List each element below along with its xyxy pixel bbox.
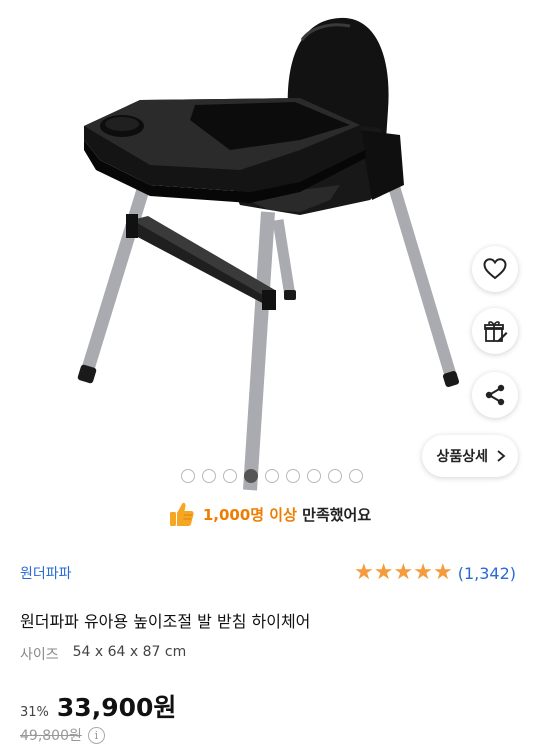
gift-icon xyxy=(484,321,508,342)
rating-stars: ★★★★★ xyxy=(354,562,453,584)
review-count[interactable]: (1,342) xyxy=(458,564,516,583)
product-image-area[interactable]: 상품상세 xyxy=(0,0,540,498)
satisfaction-banner: 1,000명 이상 만족했어요 xyxy=(0,500,540,528)
carousel-dot[interactable] xyxy=(223,469,237,483)
carousel-dot[interactable] xyxy=(244,469,258,483)
thumbs-up-icon xyxy=(169,502,194,526)
original-price-row: 49,800원 i xyxy=(20,725,105,745)
satisfaction-text: 만족했어요 xyxy=(302,505,372,524)
carousel-dot[interactable] xyxy=(181,469,195,483)
high-chair-image xyxy=(77,17,459,491)
wishlist-button[interactable] xyxy=(472,246,518,292)
info-icon[interactable]: i xyxy=(87,726,105,744)
share-button[interactable] xyxy=(472,372,518,418)
product-title: 원더파파 유아용 높이조절 발 받침 하이체어 xyxy=(20,612,311,631)
carousel-dot[interactable] xyxy=(307,469,321,483)
star-icon: ★ xyxy=(432,560,453,585)
brand-link[interactable]: 원더파파 xyxy=(20,563,72,583)
size-value: 54 x 64 x 87 cm xyxy=(72,644,187,660)
star-icon: ★ xyxy=(373,560,394,585)
sale-price: 33,900원 xyxy=(56,693,177,722)
gift-button[interactable] xyxy=(472,308,518,354)
carousel-indicator xyxy=(0,469,540,483)
rating[interactable]: ★★★★★ (1,342) xyxy=(354,562,516,584)
carousel-dot[interactable] xyxy=(265,469,279,483)
product-detail-label: 상품상세 xyxy=(436,449,488,465)
original-price: 49,800원 xyxy=(20,728,82,744)
size-label: 사이즈 xyxy=(20,647,59,663)
share-icon xyxy=(485,384,505,406)
carousel-dot[interactable] xyxy=(328,469,342,483)
star-icon: ★ xyxy=(354,560,374,585)
satisfaction-highlight: 1,000명 이상 xyxy=(202,505,297,524)
carousel-dot[interactable] xyxy=(202,469,216,483)
carousel-dot[interactable] xyxy=(286,469,300,483)
brand-rating-row: 원더파파 ★★★★★ (1,342) xyxy=(20,562,516,584)
star-icon: ★ xyxy=(393,560,414,585)
carousel-dot[interactable] xyxy=(349,469,363,483)
price-row: 31% 33,900원 xyxy=(20,688,176,724)
size-info: 사이즈 54 x 64 x 87 cm xyxy=(20,644,186,664)
chevron-right-icon xyxy=(497,450,506,462)
star-icon: ★ xyxy=(413,560,433,585)
discount-rate: 31% xyxy=(20,705,49,720)
heart-icon xyxy=(483,258,507,280)
